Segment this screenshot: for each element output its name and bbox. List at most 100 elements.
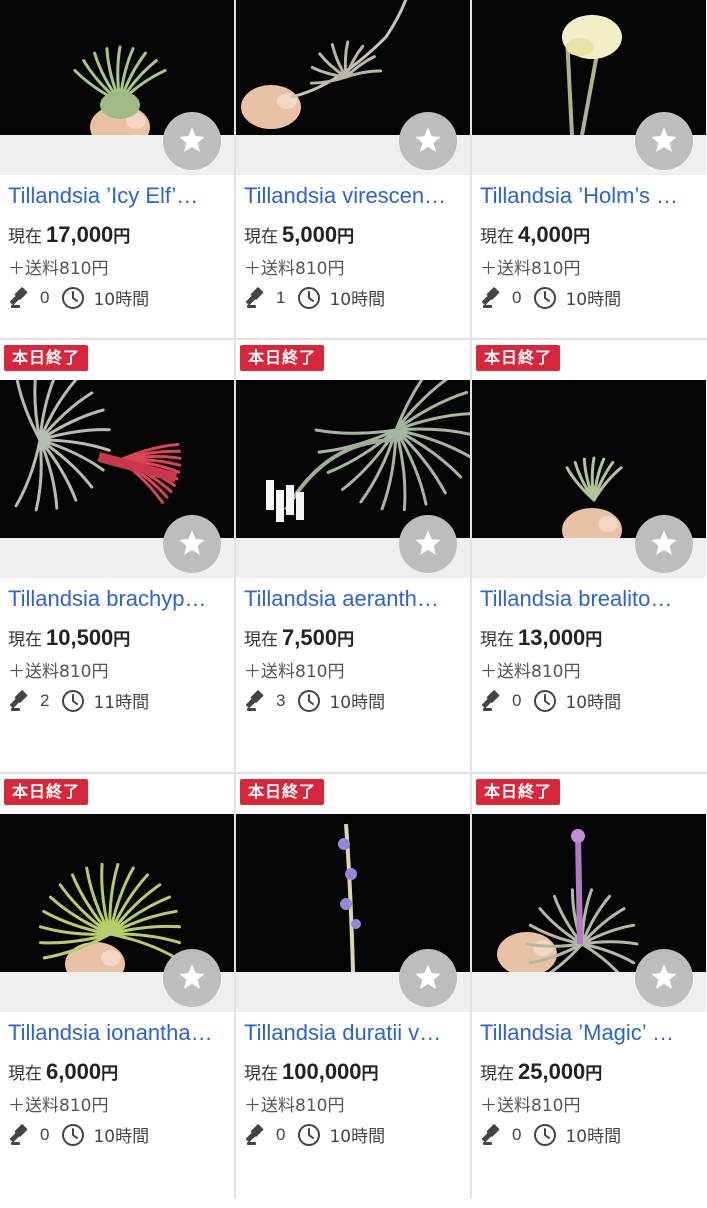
time-left: 10時間 <box>93 290 150 310</box>
item-title-link[interactable]: Tillandsia ’Icy Elf’… <box>8 183 222 209</box>
clock-icon <box>61 1123 85 1147</box>
bid-count: 1 <box>276 287 286 307</box>
star-icon <box>651 964 677 989</box>
item-title-link[interactable]: Tillandsia ionantha… <box>8 1020 222 1046</box>
shipping-fee: ＋送料810円 <box>8 662 109 682</box>
star-icon <box>179 530 205 555</box>
gavel-icon <box>244 689 268 713</box>
item-title-link[interactable]: Tillandsia brachyp… <box>8 586 222 612</box>
auction-meta: 0 10時間 <box>480 1122 621 1148</box>
column-divider <box>234 0 236 1199</box>
shipping-fee: ＋送料810円 <box>480 259 581 279</box>
ending-today-badge: 本日終了 <box>476 345 561 371</box>
shipping-fee: ＋送料810円 <box>244 662 345 682</box>
ending-today-badge: 本日終了 <box>476 779 561 805</box>
time-left: 10時間 <box>329 290 386 310</box>
listing-card[interactable]: 本日終了 Tillandsia ’Magic’ … 現在 25,000円 ＋送料8… <box>472 774 706 1208</box>
item-title-link[interactable]: Tillandsia brealito… <box>480 586 694 612</box>
time-left: 10時間 <box>565 1127 622 1147</box>
auction-meta: 0 10時間 <box>480 285 621 311</box>
shipping-fee: ＋送料810円 <box>480 662 581 682</box>
listing-card[interactable]: 本日終了 Tillandsia brachyp… 現在 10,500円 ＋送料81… <box>0 340 234 774</box>
item-title-link[interactable]: Tillandsia ’Holm’s … <box>480 183 694 209</box>
time-left: 10時間 <box>565 290 622 310</box>
bid-count: 2 <box>40 690 50 710</box>
item-photo[interactable] <box>236 814 470 972</box>
listing-card[interactable]: 本日終了 Tillandsia ionantha… 現在 6,000円 ＋送料81… <box>0 774 234 1208</box>
auction-meta: 0 10時間 <box>480 688 621 714</box>
watch-star-button[interactable] <box>399 515 457 573</box>
row-divider <box>0 338 707 340</box>
listing-card[interactable]: 本日終了 Tillandsia aeranth… 現在 7,500円 ＋送料810… <box>236 340 470 774</box>
shipping-fee: ＋送料810円 <box>244 259 345 279</box>
ending-today-badge: 本日終了 <box>4 345 89 371</box>
listing-card[interactable]: 本日終了 Tillandsia brealito… 現在 13,000円 ＋送料8… <box>472 340 706 774</box>
listing-card[interactable]: Tillandsia virescen… 現在 5,000円 ＋送料810円 11… <box>236 0 470 371</box>
item-title-link[interactable]: Tillandsia ’Magic’ … <box>480 1020 694 1046</box>
auction-meta: 3 10時間 <box>244 688 385 714</box>
shipping-fee: ＋送料810円 <box>8 1096 109 1116</box>
auction-meta: 2 11時間 <box>8 688 149 714</box>
current-price: 現在 5,000円 <box>244 222 355 247</box>
item-title-link[interactable]: Tillandsia duratii v… <box>244 1020 458 1046</box>
watch-star-button[interactable] <box>399 112 457 170</box>
star-icon <box>415 127 441 152</box>
listing-card[interactable]: Tillandsia ’Icy Elf’… 現在 17,000円 ＋送料810円 … <box>0 0 234 371</box>
gavel-icon <box>480 1123 504 1147</box>
current-price: 現在 100,000円 <box>244 1059 379 1084</box>
gavel-icon <box>480 689 504 713</box>
item-photo[interactable] <box>0 814 234 972</box>
item-photo[interactable] <box>236 380 470 538</box>
star-icon <box>651 127 677 152</box>
star-icon <box>179 964 205 989</box>
time-left: 10時間 <box>329 1127 386 1147</box>
current-price: 現在 17,000円 <box>8 222 131 247</box>
clock-icon <box>61 689 85 713</box>
watch-star-button[interactable] <box>163 515 221 573</box>
gavel-icon <box>8 689 32 713</box>
listing-card[interactable]: 本日終了 Tillandsia duratii v… 現在 100,000円 ＋送… <box>236 774 470 1208</box>
bid-count: 0 <box>276 1124 286 1144</box>
item-title-link[interactable]: Tillandsia aeranth… <box>244 586 458 612</box>
time-left: 10時間 <box>93 1127 150 1147</box>
gavel-icon <box>8 286 32 310</box>
star-icon <box>415 530 441 555</box>
auction-meta: 0 10時間 <box>8 285 149 311</box>
auction-meta: 0 10時間 <box>8 1122 149 1148</box>
time-left: 11時間 <box>93 693 150 713</box>
watch-star-button[interactable] <box>163 949 221 1007</box>
item-title-link[interactable]: Tillandsia virescen… <box>244 183 458 209</box>
item-photo[interactable] <box>0 380 234 538</box>
watch-star-button[interactable] <box>635 949 693 1007</box>
ending-today-badge: 本日終了 <box>4 779 89 805</box>
column-divider <box>470 0 472 1199</box>
item-photo[interactable] <box>472 380 706 538</box>
gavel-icon <box>8 1123 32 1147</box>
watch-star-button[interactable] <box>163 112 221 170</box>
item-photo[interactable] <box>472 814 706 972</box>
shipping-fee: ＋送料810円 <box>244 1096 345 1116</box>
bid-count: 3 <box>276 690 286 710</box>
clock-icon <box>533 1123 557 1147</box>
star-icon <box>651 530 677 555</box>
clock-icon <box>297 689 321 713</box>
current-price: 現在 10,500円 <box>8 625 131 650</box>
bid-count: 0 <box>512 1124 522 1144</box>
clock-icon <box>61 286 85 310</box>
current-price: 現在 25,000円 <box>480 1059 603 1084</box>
watch-star-button[interactable] <box>635 515 693 573</box>
shipping-fee: ＋送料810円 <box>8 259 109 279</box>
listing-card[interactable]: Tillandsia ’Holm’s … 現在 4,000円 ＋送料810円 0 1… <box>472 0 706 371</box>
clock-icon <box>533 286 557 310</box>
time-left: 10時間 <box>329 693 386 713</box>
clock-icon <box>297 286 321 310</box>
ending-today-badge: 本日終了 <box>240 345 325 371</box>
auction-meta: 1 10時間 <box>244 285 385 311</box>
watch-star-button[interactable] <box>399 949 457 1007</box>
auction-meta: 0 10時間 <box>244 1122 385 1148</box>
shipping-fee: ＋送料810円 <box>480 1096 581 1116</box>
watch-star-button[interactable] <box>635 112 693 170</box>
clock-icon <box>533 689 557 713</box>
bid-count: 0 <box>512 287 522 307</box>
current-price: 現在 6,000円 <box>8 1059 119 1084</box>
